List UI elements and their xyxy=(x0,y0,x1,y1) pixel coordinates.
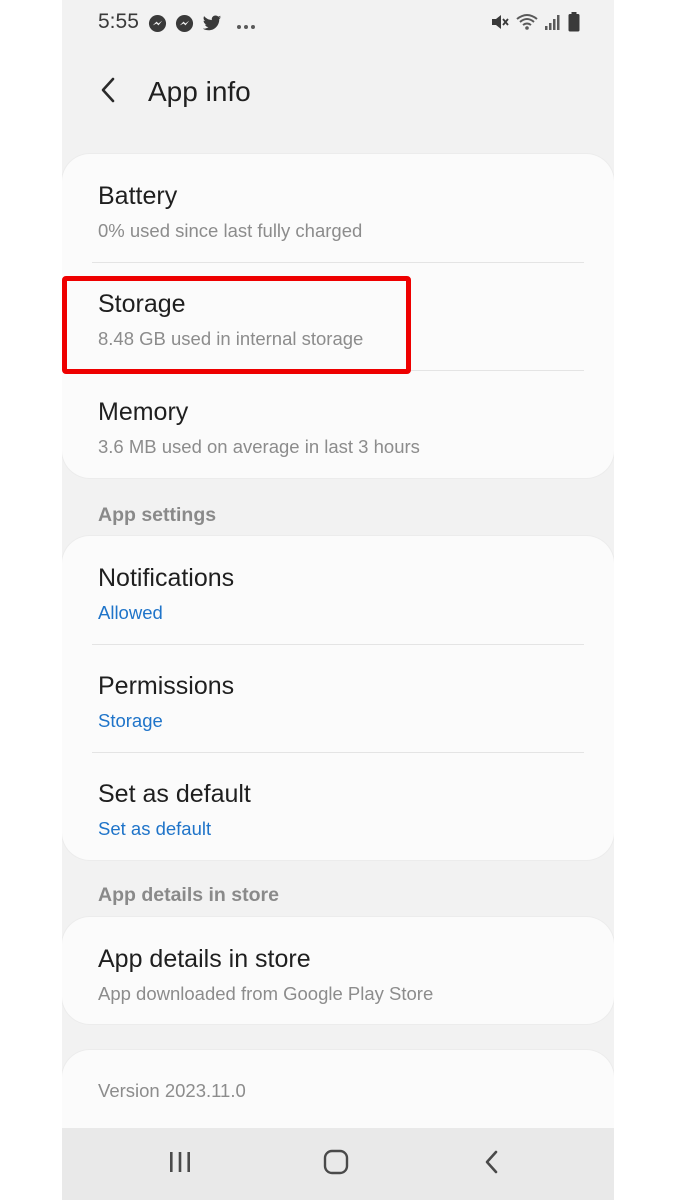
signal-icon xyxy=(544,13,562,36)
messenger-icon xyxy=(175,14,194,38)
more-notifications-icon xyxy=(236,17,256,35)
permissions-row[interactable]: Permissions Storage xyxy=(62,644,614,752)
memory-subtitle: 3.6 MB used on average in last 3 hours xyxy=(98,436,420,457)
wifi-icon xyxy=(516,13,538,36)
recent-apps-icon xyxy=(167,1150,193,1179)
home-button[interactable] xyxy=(316,1146,356,1182)
messenger-icon xyxy=(148,14,167,38)
usage-card: Battery 0% used since last fully charged… xyxy=(62,154,614,478)
chevron-left-icon xyxy=(98,76,118,109)
nav-back-button[interactable] xyxy=(472,1146,512,1182)
recent-apps-button[interactable] xyxy=(160,1146,200,1182)
storage-subtitle: 8.48 GB used in internal storage xyxy=(98,328,364,349)
memory-row[interactable]: Memory 3.6 MB used on average in last 3 … xyxy=(62,370,614,478)
set-as-default-subtitle: Set as default xyxy=(98,818,212,839)
battery-subtitle: 0% used since last fully charged xyxy=(98,220,363,241)
store-title: App details in store xyxy=(98,945,311,973)
page-title: App info xyxy=(148,76,251,107)
mute-icon xyxy=(490,13,510,36)
permissions-subtitle: Storage xyxy=(98,710,163,731)
system-status-icons xyxy=(490,12,580,37)
app-settings-header: App settings xyxy=(98,504,217,526)
battery-icon xyxy=(568,12,580,37)
phone-screen: 5:55 App info Battery 0% used since last… xyxy=(62,0,614,1200)
notifications-subtitle: Allowed xyxy=(98,602,163,623)
status-time: 5:55 xyxy=(98,10,139,33)
set-as-default-row[interactable]: Set as default Set as default xyxy=(62,752,614,860)
notifications-title: Notifications xyxy=(98,564,235,592)
permissions-title: Permissions xyxy=(98,672,235,700)
storage-title: Storage xyxy=(98,290,186,318)
status-bar: 5:55 xyxy=(62,0,614,48)
battery-title: Battery xyxy=(98,182,178,210)
store-subtitle: App downloaded from Google Play Store xyxy=(98,983,434,1004)
store-section-header: App details in store xyxy=(98,884,279,906)
back-icon xyxy=(483,1149,501,1180)
app-details-in-store-row[interactable]: App details in store App downloaded from… xyxy=(62,917,614,1025)
twitter-icon xyxy=(202,15,222,37)
battery-row[interactable]: Battery 0% used since last fully charged xyxy=(62,154,614,262)
set-as-default-title: Set as default xyxy=(98,780,251,808)
home-icon xyxy=(323,1149,349,1180)
app-settings-card: Notifications Allowed Permissions Storag… xyxy=(62,536,614,860)
memory-title: Memory xyxy=(98,398,189,426)
notification-icons xyxy=(148,14,256,38)
back-button[interactable] xyxy=(90,74,126,110)
storage-row[interactable]: Storage 8.48 GB used in internal storage xyxy=(62,262,614,370)
navigation-bar xyxy=(62,1128,614,1200)
version-text: Version 2023.11.0 xyxy=(98,1080,246,1101)
notifications-row[interactable]: Notifications Allowed xyxy=(62,536,614,644)
store-card: App details in store App downloaded from… xyxy=(62,917,614,1024)
app-bar: App info xyxy=(62,62,614,122)
